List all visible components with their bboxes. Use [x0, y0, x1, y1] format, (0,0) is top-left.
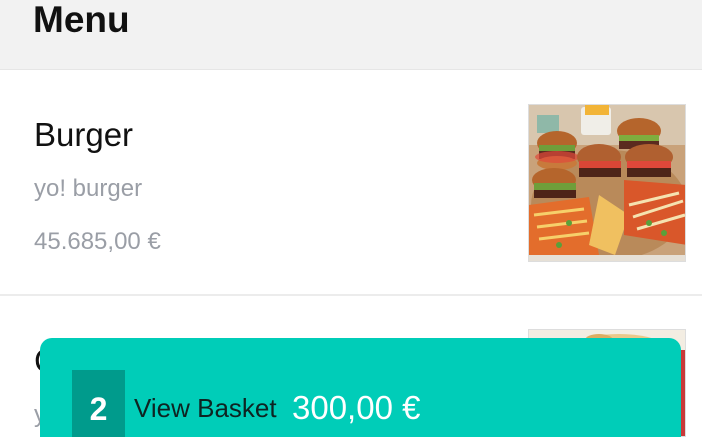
menu-item-name: Burger: [34, 116, 134, 153]
menu-item-price: 45.685,00 €: [34, 228, 161, 255]
menu-item-description: yo! burger: [34, 175, 143, 202]
basket-count-badge: 2: [72, 370, 125, 437]
view-basket-button[interactable]: 2 View Basket 300,00 €: [40, 338, 681, 437]
basket-total: 300,00 €: [292, 389, 421, 426]
basket-label: View Basket: [134, 393, 277, 423]
page-title: Menu: [33, 0, 130, 40]
burger-platter-photo: [529, 105, 685, 261]
menu-item-burger[interactable]: Burger yo! burger 45.685,00 €: [0, 71, 702, 296]
app-header: Menu: [0, 0, 702, 70]
menu-item-image[interactable]: [528, 104, 686, 262]
